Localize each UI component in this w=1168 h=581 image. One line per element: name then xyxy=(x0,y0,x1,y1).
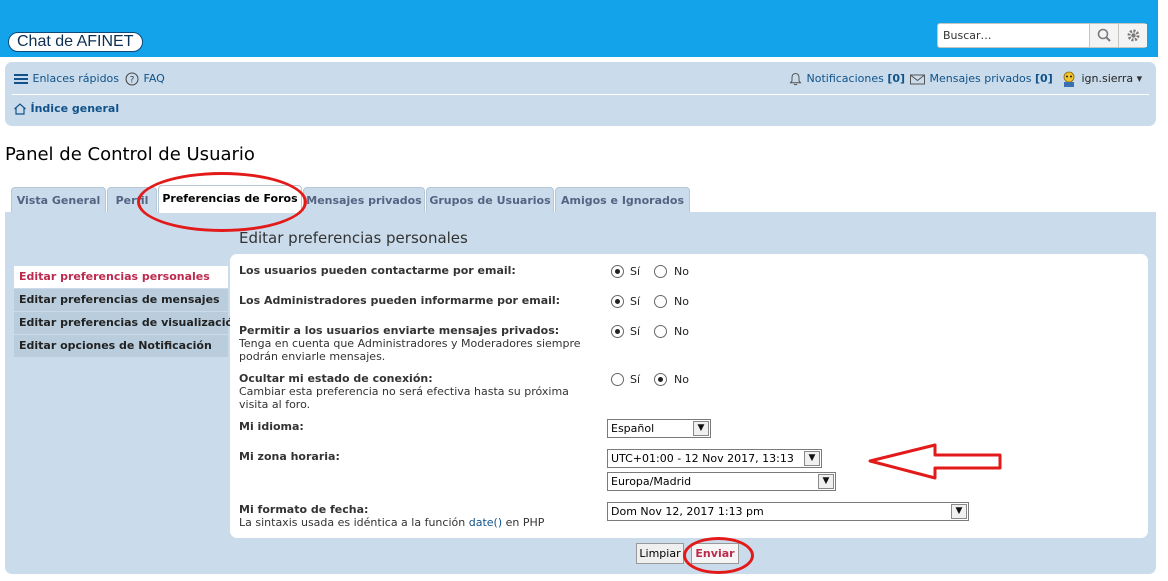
hide-online-description: Cambiar esta preferencia no será efectiv… xyxy=(239,385,569,411)
allow-pm-no-label: No xyxy=(674,325,689,338)
avatar xyxy=(1063,71,1075,87)
quick-links-label: Enlaces rápidos xyxy=(32,72,120,85)
sidebar-item-view[interactable]: Editar preferencias de visualización xyxy=(14,312,241,334)
faq-link[interactable]: ? FAQ xyxy=(125,72,165,86)
svg-text:?: ? xyxy=(130,76,135,86)
timezone-offset-value: UTC+01:00 - 12 Nov 2017, 13:13 xyxy=(611,452,794,465)
search-box xyxy=(937,23,1147,48)
date-format-desc-text: La sintaxis usada es idéntica a la funci… xyxy=(239,516,466,529)
panel-heading: Editar preferencias personales xyxy=(239,229,468,247)
menu-icon xyxy=(14,74,28,84)
user-menu[interactable]: ign.sierra ▾ xyxy=(1060,70,1142,88)
tab-usergroups[interactable]: Grupos de Usuarios xyxy=(426,187,554,212)
admin-email-no-radio[interactable] xyxy=(654,295,667,308)
admin-email-label: Los Administradores pueden informarme po… xyxy=(239,294,561,307)
date-format-description: La sintaxis usada es idéntica a la funci… xyxy=(239,516,599,529)
hide-online-no-radio[interactable] xyxy=(654,373,667,386)
site-title[interactable]: Chat de AFINET xyxy=(8,32,143,52)
chevron-down-icon: ▼ xyxy=(693,421,709,436)
chevron-down-icon: ▾ xyxy=(1136,72,1143,85)
advanced-search-button[interactable] xyxy=(1118,24,1147,47)
allow-pm-yes-label: Sí xyxy=(630,325,641,338)
allow-email-label: Los usuarios pueden contactarme por emai… xyxy=(239,264,516,277)
search-icon xyxy=(1097,28,1111,42)
breadcrumb-index: Índice general xyxy=(30,102,120,115)
chevron-down-icon: ▼ xyxy=(818,474,834,489)
allow-email-yes-radio[interactable] xyxy=(611,265,624,278)
timezone-zone-select[interactable]: Europa/Madrid ▼ xyxy=(607,472,836,491)
allow-pm-yes-radio[interactable] xyxy=(611,325,624,338)
help-icon: ? xyxy=(125,72,139,86)
allow-email-yes-label: Sí xyxy=(630,265,641,278)
allow-email-no-radio[interactable] xyxy=(654,265,667,278)
timezone-label: Mi zona horaria: xyxy=(239,450,340,463)
tab-overview[interactable]: Vista General xyxy=(11,187,106,212)
tab-profile[interactable]: Perfil xyxy=(107,187,157,212)
admin-email-yes-radio[interactable] xyxy=(611,295,624,308)
private-messages-label: Mensajes privados xyxy=(929,72,1032,85)
navbar-divider xyxy=(12,94,1149,95)
admin-email-yes-label: Sí xyxy=(630,295,641,308)
notifications-link[interactable]: Notificaciones [0] xyxy=(788,72,905,86)
notifications-label: Notificaciones xyxy=(806,72,884,85)
tab-friends-foes[interactable]: Amigos e Ignorados xyxy=(555,187,690,212)
hide-online-label: Ocultar mi estado de conexión: xyxy=(239,372,433,385)
gear-icon xyxy=(1127,29,1140,42)
search-input[interactable] xyxy=(941,26,1086,45)
hide-online-no-label: No xyxy=(674,373,689,386)
search-button[interactable] xyxy=(1089,24,1118,47)
bell-icon xyxy=(789,72,802,86)
language-select-value: Español xyxy=(611,422,655,435)
timezone-offset-select[interactable]: UTC+01:00 - 12 Nov 2017, 13:13 ▼ xyxy=(607,449,822,468)
sidebar-item-posting[interactable]: Editar preferencias de mensajes xyxy=(14,289,228,311)
reset-button[interactable]: Limpiar xyxy=(636,543,684,564)
date-format-select[interactable]: Dom Nov 12, 2017 1:13 pm ▼ xyxy=(607,502,969,521)
allow-pm-description: Tenga en cuenta que Administradores y Mo… xyxy=(239,337,581,363)
home-icon xyxy=(14,103,26,115)
hide-online-yes-radio[interactable] xyxy=(611,373,624,386)
date-format-desc-suffix: en PHP xyxy=(505,516,545,529)
page-title: Panel de Control de Usuario xyxy=(5,144,255,165)
tab-private-messages[interactable]: Mensajes privados xyxy=(303,187,425,212)
language-select[interactable]: Español ▼ xyxy=(607,419,711,438)
breadcrumb[interactable]: Índice general xyxy=(13,102,119,116)
date-format-label: Mi formato de fecha: xyxy=(239,503,369,516)
private-messages-count: [0] xyxy=(1035,72,1053,85)
allow-pm-label: Permitir a los usuarios enviarte mensaje… xyxy=(239,324,560,337)
allow-pm-no-radio[interactable] xyxy=(654,325,667,338)
username: ign.sierra xyxy=(1081,72,1134,85)
faq-label: FAQ xyxy=(143,72,165,85)
quick-links-menu[interactable]: Enlaces rápidos xyxy=(13,72,119,86)
sidebar-item-personal[interactable]: Editar preferencias personales xyxy=(14,266,228,288)
private-messages-link[interactable]: Mensajes privados [0] xyxy=(909,72,1053,86)
envelope-icon xyxy=(910,74,925,85)
date-format-value: Dom Nov 12, 2017 1:13 pm xyxy=(611,505,764,518)
timezone-zone-value: Europa/Madrid xyxy=(611,475,692,488)
hide-online-yes-label: Sí xyxy=(630,373,641,386)
allow-email-no-label: No xyxy=(674,265,689,278)
chevron-down-icon: ▼ xyxy=(951,504,967,519)
admin-email-no-label: No xyxy=(674,295,689,308)
notifications-count: [0] xyxy=(887,72,906,85)
tab-board-preferences[interactable]: Preferencias de Foros xyxy=(158,185,302,213)
annotation-arrow-icon xyxy=(868,443,1002,480)
language-label: Mi idioma: xyxy=(239,420,304,433)
submit-button[interactable]: Enviar xyxy=(691,543,739,564)
sidebar-item-notifications[interactable]: Editar opciones de Notificación xyxy=(14,335,228,357)
date-function-link[interactable]: date() xyxy=(469,516,502,529)
chevron-down-icon: ▼ xyxy=(804,451,820,466)
